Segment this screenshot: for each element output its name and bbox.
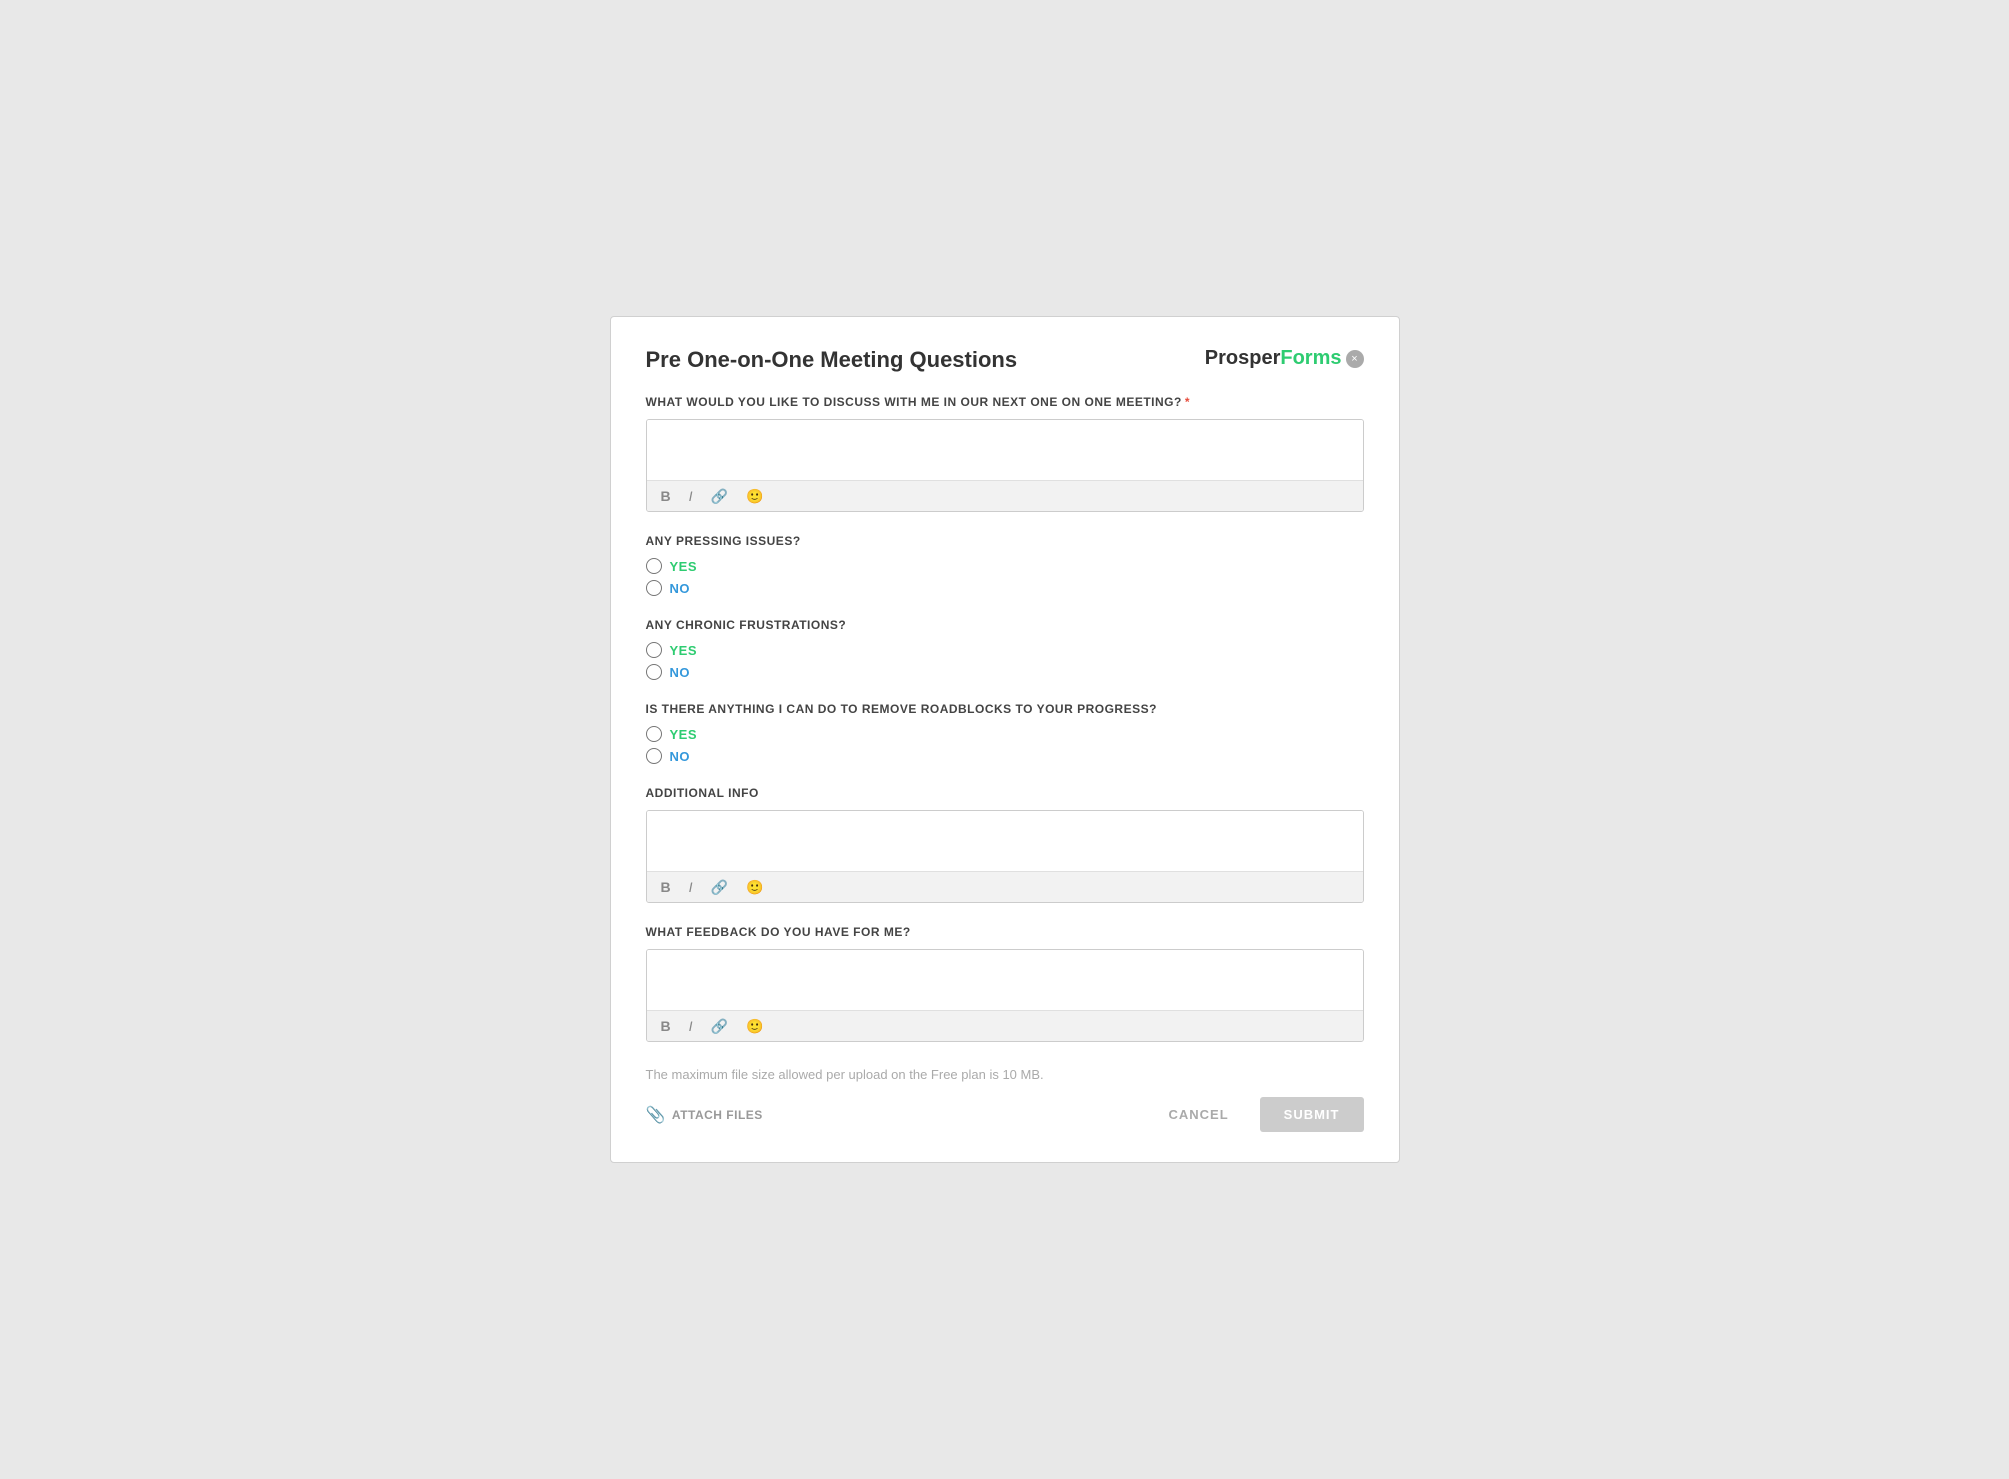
field-chronic-frustrations: ANY CHRONIC FRUSTRATIONS? YES NO xyxy=(646,618,1364,680)
chronic-frustrations-yes-option: YES xyxy=(646,642,1364,658)
discuss-richtext-field: B I 🔗 🙂 xyxy=(646,419,1364,512)
pressing-issues-no-radio[interactable] xyxy=(646,580,662,596)
additional-info-link-button[interactable]: 🔗 xyxy=(707,878,732,896)
cancel-button[interactable]: CANCEL xyxy=(1152,1099,1244,1130)
chronic-frustrations-yes-radio[interactable] xyxy=(646,642,662,658)
additional-info-toolbar: B I 🔗 🙂 xyxy=(647,871,1363,902)
field-additional-info: ADDITIONAL INFO B I 🔗 🙂 xyxy=(646,786,1364,903)
brand-logo: Prosper Forms × xyxy=(1205,347,1364,370)
pressing-issues-yes-radio[interactable] xyxy=(646,558,662,574)
discuss-italic-button[interactable]: I xyxy=(685,487,697,505)
pressing-issues-yes-option: YES xyxy=(646,558,1364,574)
paperclip-icon: 📎 xyxy=(646,1105,666,1125)
discuss-emoji-button[interactable]: 🙂 xyxy=(742,487,767,505)
additional-info-label: ADDITIONAL INFO xyxy=(646,786,1364,800)
required-star: * xyxy=(1185,395,1190,409)
discuss-link-button[interactable]: 🔗 xyxy=(707,487,732,505)
field-discuss: WHAT WOULD YOU LIKE TO DISCUSS WITH ME I… xyxy=(646,395,1364,512)
field-pressing-issues: ANY PRESSING ISSUES? YES NO xyxy=(646,534,1364,596)
feedback-textarea[interactable] xyxy=(647,950,1363,1005)
chronic-frustrations-no-option: NO xyxy=(646,664,1364,680)
field-discuss-label: WHAT WOULD YOU LIKE TO DISCUSS WITH ME I… xyxy=(646,395,1364,409)
feedback-label: WHAT FEEDBACK DO YOU HAVE FOR ME? xyxy=(646,925,1364,939)
submit-button[interactable]: SUBMIT xyxy=(1260,1097,1364,1132)
attach-files-button[interactable]: 📎 ATTACH FILES xyxy=(646,1105,763,1125)
additional-info-emoji-button[interactable]: 🙂 xyxy=(742,878,767,896)
form-footer: The maximum file size allowed per upload… xyxy=(646,1067,1364,1132)
brand-prosper-text: Prosper xyxy=(1205,347,1281,370)
form-actions: 📎 ATTACH FILES CANCEL SUBMIT xyxy=(646,1097,1364,1132)
feedback-richtext-field: B I 🔗 🙂 xyxy=(646,949,1364,1042)
additional-info-textarea[interactable] xyxy=(647,811,1363,866)
roadblocks-yes-option: YES xyxy=(646,726,1364,742)
additional-info-italic-button[interactable]: I xyxy=(685,878,697,896)
attach-files-label: ATTACH FILES xyxy=(672,1108,763,1122)
chronic-frustrations-yes-label: YES xyxy=(670,643,698,658)
roadblocks-no-radio[interactable] xyxy=(646,748,662,764)
field-feedback: WHAT FEEDBACK DO YOU HAVE FOR ME? B I 🔗 … xyxy=(646,925,1364,1042)
action-buttons: CANCEL SUBMIT xyxy=(1152,1097,1363,1132)
pressing-issues-yes-label: YES xyxy=(670,559,698,574)
roadblocks-yes-radio[interactable] xyxy=(646,726,662,742)
pressing-issues-label: ANY PRESSING ISSUES? xyxy=(646,534,1364,548)
file-size-note: The maximum file size allowed per upload… xyxy=(646,1067,1364,1082)
feedback-bold-button[interactable]: B xyxy=(657,1017,675,1035)
additional-info-richtext-field: B I 🔗 🙂 xyxy=(646,810,1364,903)
roadblocks-no-option: NO xyxy=(646,748,1364,764)
chronic-frustrations-no-radio[interactable] xyxy=(646,664,662,680)
form-container: Pre One-on-One Meeting Questions Prosper… xyxy=(610,316,1400,1163)
chronic-frustrations-no-label: NO xyxy=(670,665,691,680)
roadblocks-yes-label: YES xyxy=(670,727,698,742)
roadblocks-no-label: NO xyxy=(670,749,691,764)
chronic-frustrations-label: ANY CHRONIC FRUSTRATIONS? xyxy=(646,618,1364,632)
form-header: Pre One-on-One Meeting Questions Prosper… xyxy=(646,347,1364,373)
pressing-issues-no-label: NO xyxy=(670,581,691,596)
modal-overlay: Pre One-on-One Meeting Questions Prosper… xyxy=(0,0,2009,1479)
field-roadblocks: IS THERE ANYTHING I CAN DO TO REMOVE ROA… xyxy=(646,702,1364,764)
discuss-textarea[interactable] xyxy=(647,420,1363,475)
brand-forms-text: Forms xyxy=(1280,347,1341,370)
roadblocks-label: IS THERE ANYTHING I CAN DO TO REMOVE ROA… xyxy=(646,702,1364,716)
form-title: Pre One-on-One Meeting Questions xyxy=(646,347,1018,373)
feedback-italic-button[interactable]: I xyxy=(685,1017,697,1035)
discuss-toolbar: B I 🔗 🙂 xyxy=(647,480,1363,511)
additional-info-bold-button[interactable]: B xyxy=(657,878,675,896)
pressing-issues-no-option: NO xyxy=(646,580,1364,596)
feedback-emoji-button[interactable]: 🙂 xyxy=(742,1017,767,1035)
feedback-toolbar: B I 🔗 🙂 xyxy=(647,1010,1363,1041)
discuss-bold-button[interactable]: B xyxy=(657,487,675,505)
close-button[interactable]: × xyxy=(1346,350,1364,368)
feedback-link-button[interactable]: 🔗 xyxy=(707,1017,732,1035)
